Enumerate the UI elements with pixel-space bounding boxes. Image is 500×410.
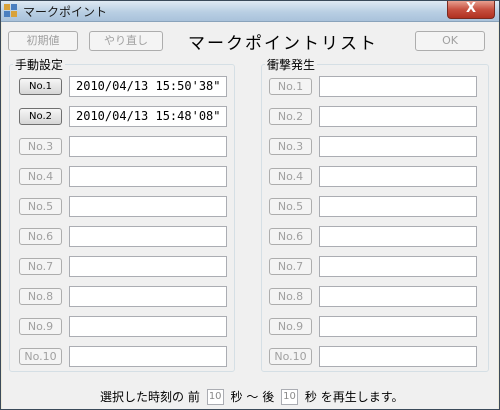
before-seconds-input[interactable]: 10: [206, 388, 224, 405]
impact-no-9-time-field[interactable]: [319, 316, 477, 337]
footer-text-replay: 秒 を再生します。: [304, 390, 404, 404]
app-icon: [4, 4, 18, 18]
impact-no-3-button[interactable]: No.3: [269, 138, 312, 155]
after-seconds-input[interactable]: 10: [281, 388, 299, 405]
impact-no-1-time-field[interactable]: [319, 76, 477, 97]
app-window: マークポイント X 初期値 やり直し マークポイントリスト OK 手動設定 衝撃…: [0, 0, 500, 410]
before-label: 前: [187, 390, 200, 404]
close-button[interactable]: X: [447, 1, 495, 19]
impact-no-7-time-field[interactable]: [319, 256, 477, 277]
after-label: 後: [262, 390, 275, 404]
impact-no-4-button[interactable]: No.4: [269, 168, 312, 185]
impact-no-6-button[interactable]: No.6: [269, 228, 312, 245]
footer-text-selected-time: 選択した時刻の: [100, 390, 185, 404]
manual-no-1-button[interactable]: No.1: [19, 78, 62, 95]
manual-no-8-button[interactable]: No.8: [19, 288, 62, 305]
page-title: マークポイントリスト: [188, 34, 378, 54]
impact-no-1-button[interactable]: No.1: [269, 78, 312, 95]
manual-no-4-button[interactable]: No.4: [19, 168, 62, 185]
title-bar[interactable]: マークポイント X: [1, 1, 499, 22]
impact-no-2-button[interactable]: No.2: [269, 108, 312, 125]
manual-no-3-button[interactable]: No.3: [19, 138, 62, 155]
impact-no-8-time-field[interactable]: [319, 286, 477, 307]
window-title: マークポイント: [23, 5, 108, 19]
close-icon: X: [465, 1, 477, 16]
ok-button[interactable]: OK: [415, 31, 485, 51]
impact-no-10-button[interactable]: No.10: [269, 348, 312, 365]
impact-label: 衝撃発生: [265, 56, 318, 73]
impact-no-4-time-field[interactable]: [319, 166, 477, 187]
manual-no-2-time-field[interactable]: 2010/04/13 15:48'08": [69, 106, 227, 127]
manual-no-1-time-field[interactable]: 2010/04/13 15:50'38": [69, 76, 227, 97]
client-area: 初期値 やり直し マークポイントリスト OK 手動設定 衝撃発生 選択した時刻の…: [2, 22, 498, 409]
manual-no-10-button[interactable]: No.10: [19, 348, 62, 365]
tilde-label: ～: [246, 390, 259, 404]
manual-no-9-time-field[interactable]: [69, 316, 227, 337]
impact-no-5-button[interactable]: No.5: [269, 198, 312, 215]
impact-no-6-time-field[interactable]: [319, 226, 477, 247]
manual-no-7-button[interactable]: No.7: [19, 258, 62, 275]
impact-no-8-button[interactable]: No.8: [269, 288, 312, 305]
initial-value-button[interactable]: 初期値: [8, 31, 78, 51]
manual-no-5-button[interactable]: No.5: [19, 198, 62, 215]
impact-no-7-button[interactable]: No.7: [269, 258, 312, 275]
manual-no-2-button[interactable]: No.2: [19, 108, 62, 125]
manual-no-9-button[interactable]: No.9: [19, 318, 62, 335]
redo-button[interactable]: やり直し: [89, 31, 163, 51]
manual-no-4-time-field[interactable]: [69, 166, 227, 187]
manual-no-10-time-field[interactable]: [69, 346, 227, 367]
manual-no-6-time-field[interactable]: [69, 226, 227, 247]
impact-no-3-time-field[interactable]: [319, 136, 477, 157]
manual-no-5-time-field[interactable]: [69, 196, 227, 217]
impact-no-2-time-field[interactable]: [319, 106, 477, 127]
manual-no-7-time-field[interactable]: [69, 256, 227, 277]
manual-setting-label: 手動設定: [13, 56, 66, 73]
manual-no-3-time-field[interactable]: [69, 136, 227, 157]
impact-no-10-time-field[interactable]: [319, 346, 477, 367]
seconds-label: 秒: [230, 390, 243, 404]
manual-no-6-button[interactable]: No.6: [19, 228, 62, 245]
impact-no-5-time-field[interactable]: [319, 196, 477, 217]
impact-no-9-button[interactable]: No.9: [269, 318, 312, 335]
manual-no-8-time-field[interactable]: [69, 286, 227, 307]
playback-range: 選択した時刻の 前 10 秒 ～ 後 10 秒 を再生します。: [100, 388, 404, 405]
